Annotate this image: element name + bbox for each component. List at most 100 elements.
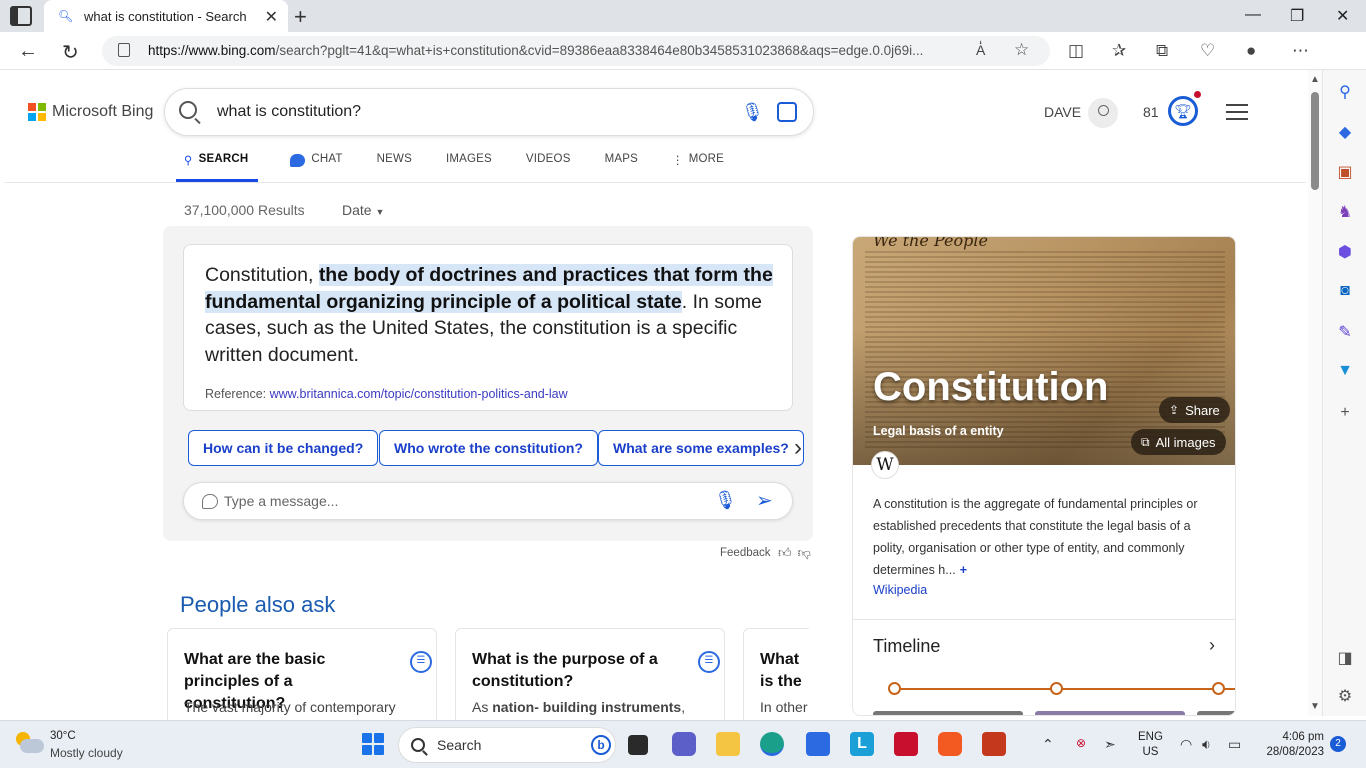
wikipedia-icon[interactable]: W bbox=[871, 451, 899, 479]
sidebar-shopping-icon[interactable]: ◆ bbox=[1335, 122, 1355, 142]
tab-actions-icon[interactable] bbox=[10, 6, 32, 26]
teams-icon[interactable] bbox=[672, 732, 696, 756]
sidebar-hide-icon[interactable]: ◨ bbox=[1335, 648, 1355, 668]
network-alert-icon[interactable]: ⊗ bbox=[1076, 736, 1086, 750]
weather-cloudy-icon[interactable] bbox=[16, 732, 44, 754]
browser-tab[interactable]: 🔍︎ what is constitution - Search ✕ bbox=[44, 0, 288, 32]
paa-card[interactable]: What are the basic principles of a const… bbox=[167, 628, 437, 728]
mcafee-icon[interactable] bbox=[894, 732, 918, 756]
date-filter[interactable]: Date ▼ bbox=[342, 202, 384, 218]
thumbs-up-icon[interactable]: 👍︎ bbox=[778, 545, 798, 560]
bing-logo[interactable]: Microsoft Bing bbox=[28, 103, 153, 121]
avatar[interactable] bbox=[1088, 98, 1118, 128]
minimize-button[interactable]: — bbox=[1245, 6, 1261, 24]
wifi-icon[interactable]: ◠ bbox=[1180, 736, 1192, 753]
favorites-icon[interactable]: ✰ bbox=[1112, 41, 1126, 61]
read-aloud-icon[interactable]: A̒ bbox=[976, 42, 985, 58]
sidebar-tools-icon[interactable]: ▣ bbox=[1335, 162, 1355, 182]
scroll-thumb[interactable] bbox=[1311, 92, 1319, 190]
paa-card[interactable]: What is the purpose of a constitution? ☰… bbox=[455, 628, 725, 728]
share-button[interactable]: ⇪ Share bbox=[1159, 397, 1230, 423]
sidebar-games-icon[interactable]: ♞ bbox=[1335, 202, 1355, 222]
search-query[interactable]: what is constitution? bbox=[217, 103, 361, 121]
tab-videos[interactable]: VIDEOS bbox=[526, 150, 571, 182]
edge-icon[interactable] bbox=[760, 732, 784, 756]
timeline-image[interactable] bbox=[1035, 711, 1185, 715]
sidebar-drop-icon[interactable]: ▼ bbox=[1335, 362, 1355, 382]
url-text[interactable]: https://www.bing.com/search?pglt=41&q=wh… bbox=[148, 43, 968, 58]
powerpoint-icon[interactable] bbox=[982, 732, 1006, 756]
profile-icon[interactable]: ● bbox=[1246, 41, 1256, 61]
sidebar-settings-icon[interactable]: ⚙ bbox=[1335, 686, 1355, 706]
sidebar-office-icon[interactable]: ⬢ bbox=[1335, 242, 1355, 262]
all-images-button[interactable]: ⧉ All images bbox=[1131, 429, 1226, 455]
tab-chat[interactable]: CHAT bbox=[290, 150, 342, 182]
tab-search[interactable]: ⚲ SEARCH bbox=[176, 150, 259, 182]
favorite-star-icon[interactable]: ☆ bbox=[1014, 40, 1029, 60]
url-bar[interactable]: https://www.bing.com/search?pglt=41&q=wh… bbox=[102, 36, 1050, 66]
tab-more[interactable]: ⋮ MORE bbox=[672, 150, 724, 182]
rewards-points[interactable]: 81 bbox=[1143, 104, 1159, 120]
timeline-title[interactable]: Timeline bbox=[873, 636, 940, 657]
send-icon[interactable]: ➢ bbox=[756, 488, 773, 513]
timeline-dot[interactable] bbox=[888, 682, 901, 695]
paa-card[interactable]: What is the constit In other bbox=[743, 628, 809, 728]
message-mic-icon[interactable]: 🎙︎ bbox=[714, 490, 737, 511]
refresh-button[interactable]: ↻ bbox=[62, 40, 79, 65]
taskbar-search[interactable]: Search b bbox=[398, 727, 616, 763]
suggestion-chip-changed[interactable]: How can it be changed? bbox=[188, 430, 379, 466]
paa-chat-icon[interactable]: ☰ bbox=[698, 651, 720, 673]
tab-maps[interactable]: MAPS bbox=[605, 150, 638, 182]
sidebar-search-icon[interactable]: ⚲ bbox=[1335, 82, 1355, 102]
hamburger-menu-icon[interactable] bbox=[1226, 104, 1248, 120]
task-view-icon[interactable] bbox=[628, 735, 648, 755]
language-indicator[interactable]: ENG US bbox=[1138, 730, 1163, 760]
notification-badge[interactable]: 2 bbox=[1330, 736, 1346, 752]
tab-images[interactable]: IMAGES bbox=[446, 150, 492, 182]
weather-temp[interactable]: 30°C bbox=[50, 730, 76, 742]
timeline-dot[interactable] bbox=[1050, 682, 1063, 695]
l-app-icon[interactable]: L bbox=[850, 732, 874, 756]
close-window-button[interactable]: ✕ bbox=[1336, 6, 1349, 26]
battery-icon[interactable]: ▭ bbox=[1228, 736, 1241, 753]
page-scrollbar[interactable]: ▲ ▼ bbox=[1308, 70, 1322, 716]
scroll-down-icon[interactable]: ▼ bbox=[1310, 701, 1320, 712]
sidebar-add-icon[interactable]: + bbox=[1335, 404, 1355, 424]
browser-essentials-icon[interactable]: ♡ bbox=[1200, 41, 1215, 61]
message-input[interactable] bbox=[224, 489, 704, 513]
thumbs-down-icon[interactable]: 👎︎ bbox=[798, 545, 817, 560]
timeline-image[interactable] bbox=[1197, 711, 1235, 715]
search-box[interactable]: what is constitution? 🎙︎ bbox=[164, 88, 814, 136]
restore-button[interactable]: ❐ bbox=[1290, 6, 1304, 26]
visual-search-icon[interactable] bbox=[777, 102, 797, 122]
split-screen-icon[interactable]: ◫ bbox=[1068, 41, 1084, 61]
suggestion-chip-examples[interactable]: What are some examples? bbox=[598, 430, 804, 466]
location-arrow-icon[interactable]: ➣ bbox=[1104, 736, 1116, 753]
timeline-image[interactable] bbox=[873, 711, 1023, 715]
sidebar-designer-icon[interactable]: ✎ bbox=[1335, 322, 1355, 342]
reference-link[interactable]: www.britannica.com/topic/constitution-po… bbox=[270, 387, 568, 401]
close-tab-icon[interactable]: ✕ bbox=[265, 7, 278, 27]
rewards-trophy-icon[interactable]: 🏆︎ bbox=[1168, 96, 1198, 126]
clock[interactable]: 4:06 pm 28/08/2023 bbox=[1256, 730, 1324, 760]
more-menu-icon[interactable]: ⋯ bbox=[1292, 41, 1309, 61]
user-name[interactable]: DAVE bbox=[1044, 104, 1081, 120]
tab-news[interactable]: NEWS bbox=[377, 150, 412, 182]
paa-chat-icon[interactable]: ☰ bbox=[410, 651, 432, 673]
back-button[interactable]: ← bbox=[18, 40, 38, 63]
new-tab-button[interactable]: + bbox=[294, 4, 307, 30]
volume-icon[interactable]: 🔉︎ bbox=[1202, 736, 1211, 753]
suggestion-chip-who-wrote[interactable]: Who wrote the constitution? bbox=[379, 430, 598, 466]
timeline-chevron-right-icon[interactable]: › bbox=[1209, 635, 1215, 656]
start-button-icon[interactable] bbox=[362, 733, 384, 755]
show-hidden-icons-chevron-icon[interactable]: ⌃ bbox=[1042, 736, 1054, 753]
file-explorer-icon[interactable] bbox=[716, 732, 740, 756]
voice-search-icon[interactable]: 🎙︎ bbox=[741, 102, 764, 123]
wikipedia-link[interactable]: Wikipedia bbox=[873, 583, 927, 597]
scroll-up-icon[interactable]: ▲ bbox=[1310, 74, 1320, 85]
feedback-link[interactable]: Feedback bbox=[720, 547, 771, 559]
collections-icon[interactable]: ⧉ bbox=[1156, 41, 1168, 61]
expand-plus-icon[interactable]: + bbox=[960, 563, 967, 577]
constitution-hero-image[interactable]: We the People Constitution Legal basis o… bbox=[853, 237, 1235, 465]
timeline-dot[interactable] bbox=[1212, 682, 1225, 695]
